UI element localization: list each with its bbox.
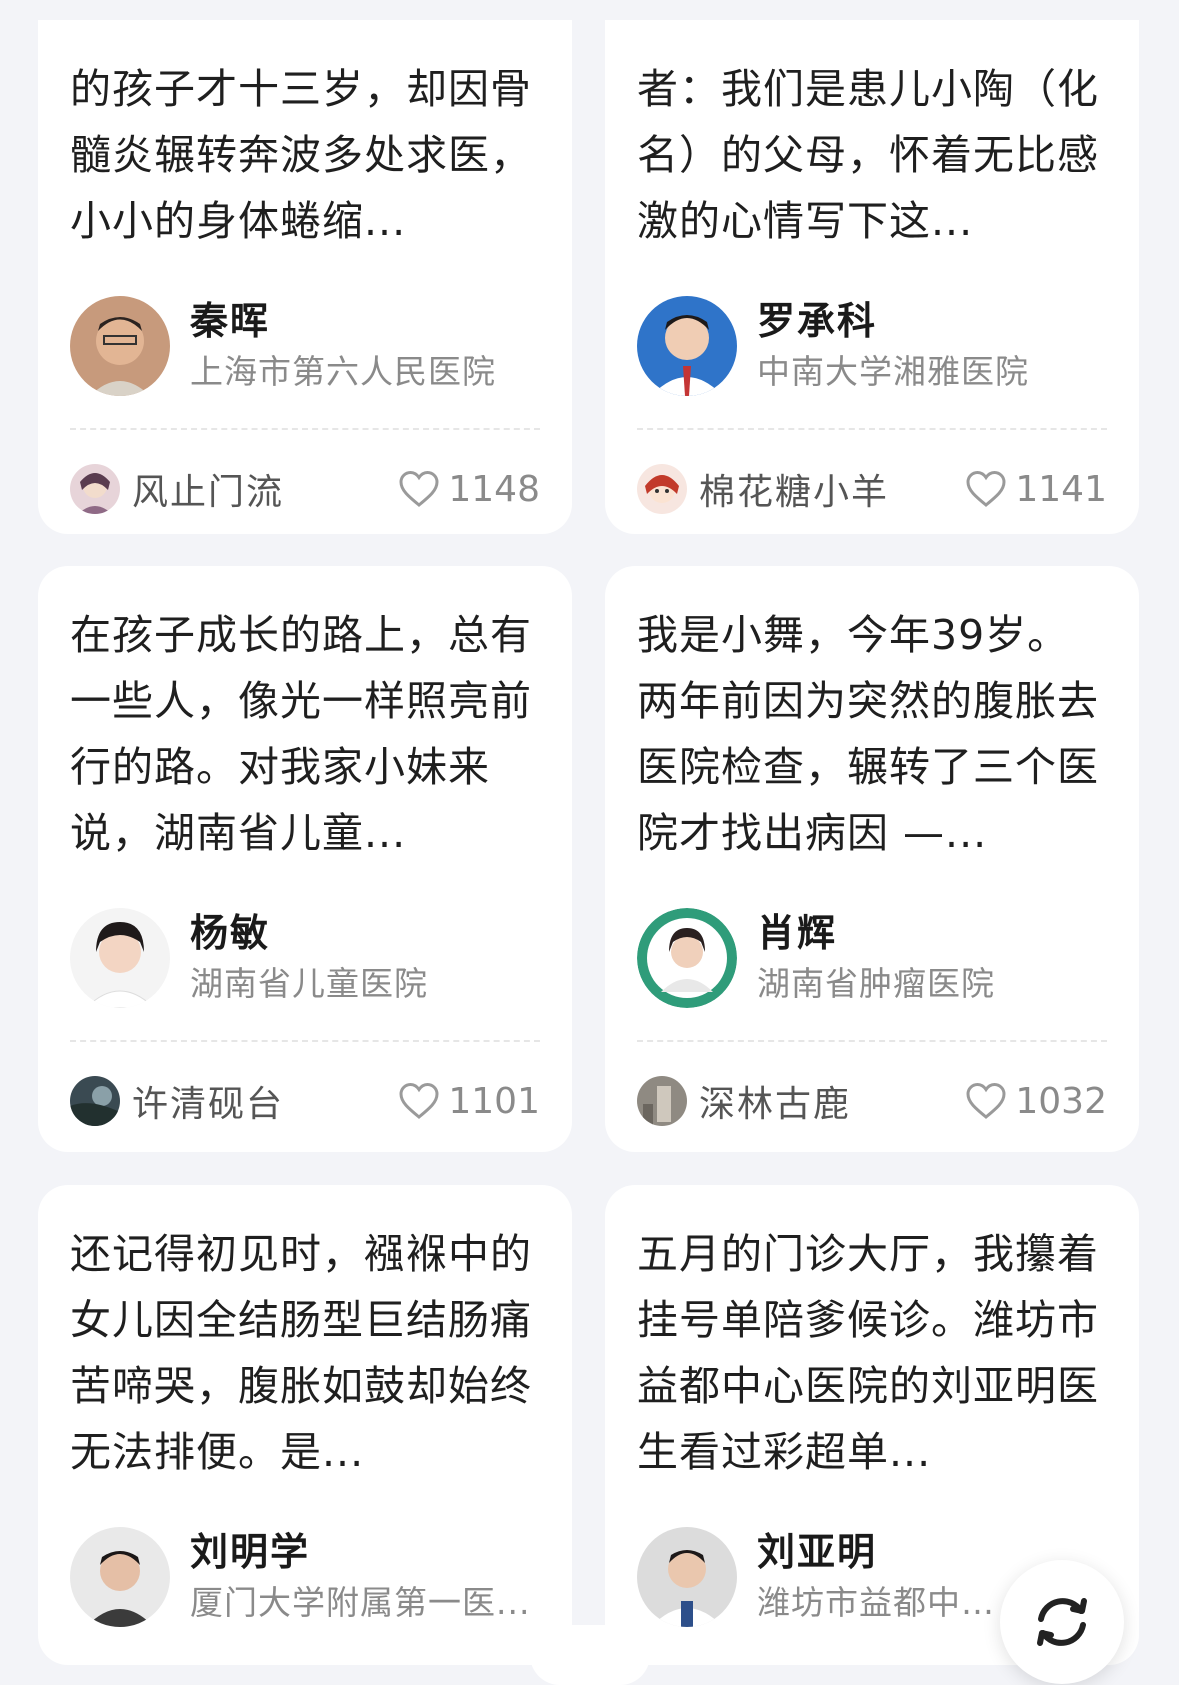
heart-outline-icon xyxy=(966,1082,1006,1119)
doctor-avatar xyxy=(637,908,737,1008)
like-button[interactable]: 1148 xyxy=(398,469,540,510)
refresh-icon xyxy=(1037,1598,1087,1646)
doctor-hospital: 中南大学湘雅医院 xyxy=(757,352,1029,391)
like-button[interactable]: 1141 xyxy=(965,469,1107,510)
doctor-info[interactable]: 刘明学 厦门大学附属第一医... xyxy=(70,1525,540,1629)
doctor-hospital: 潍坊市益都中心医院 xyxy=(757,1583,997,1622)
post-excerpt: 的孩子才十三岁，却因骨髓炎辗转奔波多处求医，小小的身体蜷缩... xyxy=(70,65,532,245)
user-name: 风止门流 xyxy=(132,472,285,513)
heart-outline-icon xyxy=(399,1082,439,1119)
heart-outline-icon xyxy=(966,470,1006,507)
post-card[interactable]: 的孩子才十三岁，却因骨髓炎辗转奔波多处求医，小小的身体蜷缩... 秦晖 上海市第… xyxy=(38,20,572,534)
refresh-button[interactable] xyxy=(1000,1560,1124,1684)
user-avatar xyxy=(637,464,687,514)
heart-outline-icon xyxy=(399,470,439,507)
post-excerpt: 五月的门诊大厅，我攥着挂号单陪爹候诊。潍坊市益都中心医院的刘亚明医生看过彩超单.… xyxy=(637,1230,1099,1476)
doctor-name: 杨敏 xyxy=(190,911,271,955)
user-name: 深林古鹿 xyxy=(699,1084,852,1125)
like-count: 1141 xyxy=(1015,468,1107,510)
like-count: 1148 xyxy=(448,468,540,510)
post-footer: 许清砚台 1101 xyxy=(70,1042,540,1152)
doctor-hospital: 湖南省肿瘤医院 xyxy=(757,964,995,1003)
doctor-name: 刘亚明 xyxy=(757,1530,878,1574)
doctor-info[interactable]: 罗承科 中南大学湘雅医院 xyxy=(637,294,1107,398)
post-card[interactable]: 在孩子成长的路上，总有一些人，像光一样照亮前行的路。对我家小妹来说，湖南省儿童.… xyxy=(38,566,572,1152)
user-avatar xyxy=(637,1076,687,1126)
like-count: 1101 xyxy=(448,1080,540,1122)
doctor-hospital: 湖南省儿童医院 xyxy=(190,964,428,1003)
post-card[interactable]: 还记得初见时，襁褓中的女儿因全结肠型巨结肠痛苦啼哭，腹胀如鼓却始终无法排便。是.… xyxy=(38,1185,572,1665)
post-excerpt: 还记得初见时，襁褓中的女儿因全结肠型巨结肠痛苦啼哭，腹胀如鼓却始终无法排便。是.… xyxy=(70,1230,532,1476)
doctor-name: 肖辉 xyxy=(757,911,838,955)
doctor-info[interactable]: 肖辉 湖南省肿瘤医院 xyxy=(637,906,1107,1010)
doctor-name: 刘明学 xyxy=(190,1530,311,1574)
doctor-avatar xyxy=(637,1527,737,1627)
post-footer: 风止门流 1148 xyxy=(70,430,540,534)
user-name: 棉花糖小羊 xyxy=(699,472,890,513)
like-button[interactable]: 1101 xyxy=(398,1081,540,1122)
user-name: 许清砚台 xyxy=(132,1084,285,1125)
doctor-avatar xyxy=(637,296,737,396)
post-footer: 棉花糖小羊 1141 xyxy=(637,430,1107,534)
doctor-avatar xyxy=(70,908,170,1008)
post-card[interactable]: 我是小舞，今年39岁。两年前因为突然的腹胀去医院检查，辗转了三个医院才找出病因 … xyxy=(605,566,1139,1152)
post-excerpt: 者：我们是患儿小陶（化名）的父母，怀着无比感激的心情写下这... xyxy=(637,65,1099,245)
doctor-info[interactable]: 秦晖 上海市第六人民医院 xyxy=(70,294,540,398)
doctor-name: 罗承科 xyxy=(757,299,878,343)
user-avatar xyxy=(70,464,120,514)
doctor-avatar xyxy=(70,1527,170,1627)
bottom-handle xyxy=(530,1625,650,1685)
doctor-info[interactable]: 杨敏 湖南省儿童医院 xyxy=(70,906,540,1010)
like-button[interactable]: 1032 xyxy=(965,1081,1107,1122)
post-excerpt: 在孩子成长的路上，总有一些人，像光一样照亮前行的路。对我家小妹来说，湖南省儿童.… xyxy=(70,611,532,857)
post-footer: 深林古鹿 1032 xyxy=(637,1042,1107,1152)
doctor-hospital: 上海市第六人民医院 xyxy=(190,352,496,391)
post-card[interactable]: 者：我们是患儿小陶（化名）的父母，怀着无比感激的心情写下这... 罗承科 中南大… xyxy=(605,20,1139,534)
doctor-name: 秦晖 xyxy=(190,299,271,343)
user-avatar xyxy=(70,1076,120,1126)
doctor-hospital: 厦门大学附属第一医... xyxy=(190,1583,531,1622)
like-count: 1032 xyxy=(1015,1080,1107,1122)
doctor-avatar xyxy=(70,296,170,396)
post-excerpt: 我是小舞，今年39岁。两年前因为突然的腹胀去医院检查，辗转了三个医院才找出病因 … xyxy=(637,611,1099,857)
